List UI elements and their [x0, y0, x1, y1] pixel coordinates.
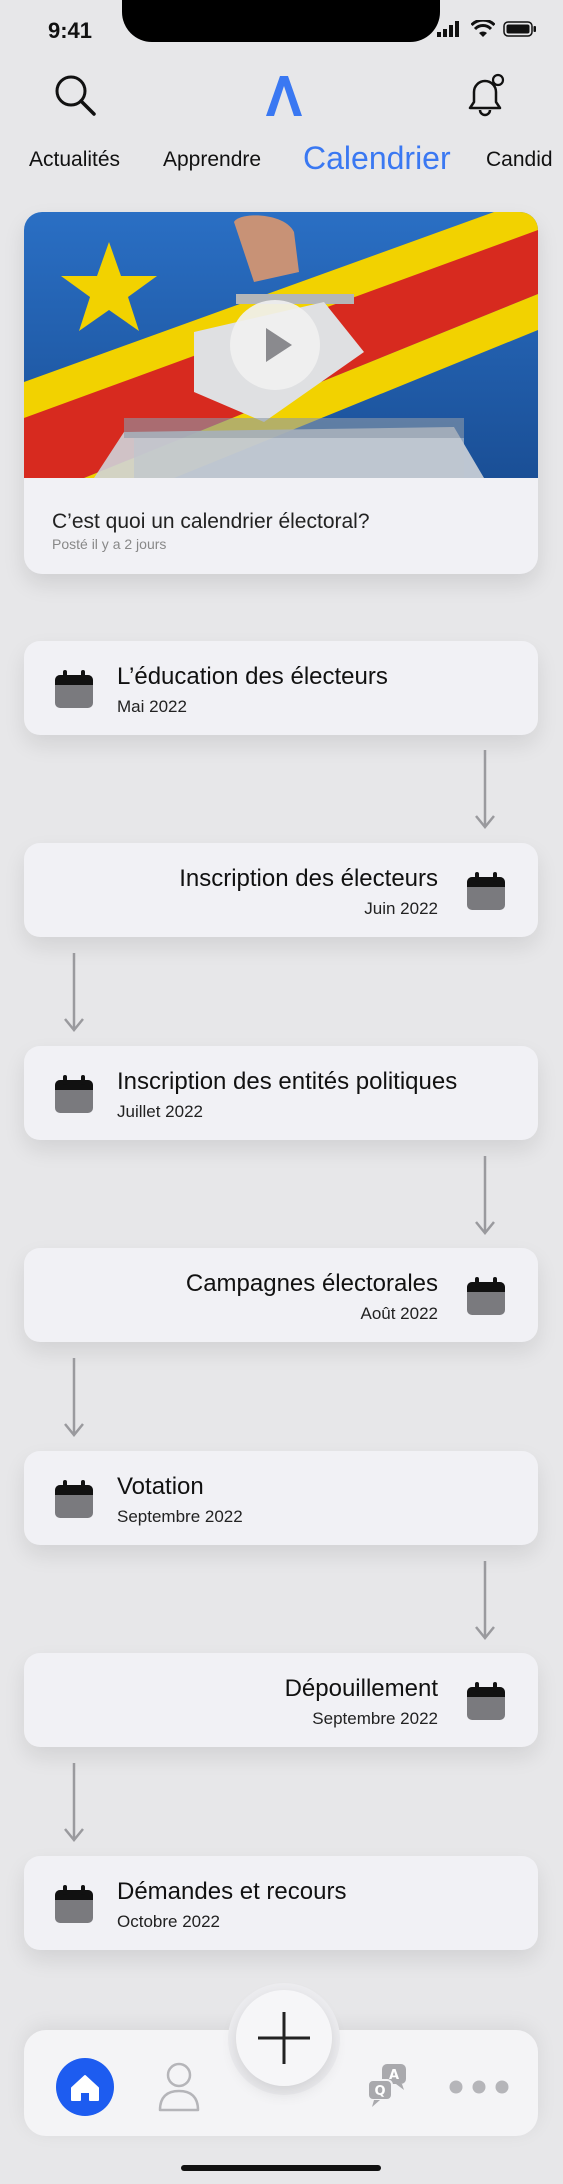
nav-more-button[interactable]	[446, 2074, 512, 2104]
video-title: C’est quoi un calendrier électoral?	[52, 510, 370, 533]
event-date: Septembre 2022	[312, 1709, 438, 1728]
notification-bell-icon[interactable]	[460, 70, 510, 120]
event-title: L’éducation des électeurs	[117, 663, 388, 690]
calendar-icon	[467, 1277, 505, 1315]
event-date: Septembre 2022	[117, 1507, 243, 1526]
play-icon	[266, 328, 292, 362]
arrow-down-icon	[475, 1561, 495, 1640]
event-date: Octobre 2022	[117, 1912, 221, 1931]
status-icons	[437, 20, 537, 38]
event-date: Juillet 2022	[117, 1102, 204, 1121]
arrow-down-icon	[475, 750, 495, 829]
nav-qa-button[interactable]: A Q	[364, 2062, 414, 2116]
event-date: Mai 2022	[117, 697, 187, 716]
tab-actualites[interactable]: Actualités	[29, 148, 120, 172]
tab-apprendre[interactable]: Apprendre	[163, 148, 261, 172]
timeline-card-votation[interactable]: Votation Septembre 2022	[24, 1451, 538, 1545]
more-icon	[449, 2080, 509, 2094]
calendar-icon	[467, 1682, 505, 1720]
home-indicator	[181, 2165, 381, 2171]
play-button[interactable]	[230, 300, 320, 390]
add-icon	[258, 2012, 310, 2064]
arrow-down-icon	[64, 953, 84, 1032]
status-time: 9:41	[48, 18, 93, 43]
arrow-down-icon	[64, 1763, 84, 1842]
event-title: Inscription des électeurs	[179, 865, 438, 892]
calendar-icon	[467, 872, 505, 910]
video-card[interactable]: C’est quoi un calendrier électoral? Post…	[24, 212, 538, 574]
event-title: Dépouillement	[284, 1675, 438, 1702]
calendar-icon	[55, 1075, 93, 1113]
calendar-icon	[55, 670, 93, 708]
calendar-icon	[55, 1480, 93, 1518]
timeline-card-campagnes[interactable]: Campagnes électorales Août 2022	[24, 1248, 538, 1342]
event-title: Démandes et recours	[117, 1878, 347, 1905]
home-icon	[71, 2075, 99, 2101]
timeline-card-demandes-recours[interactable]: Démandes et recours Octobre 2022	[24, 1856, 538, 1950]
profile-icon	[158, 2062, 200, 2112]
arrow-down-icon	[64, 1358, 84, 1437]
event-title: Inscription des entités politiques	[117, 1068, 458, 1095]
arrow-down-icon	[475, 1156, 495, 1235]
event-date: Août 2022	[360, 1304, 438, 1323]
top-tabs: Actualités Apprendre Calendrier Candid	[0, 140, 563, 190]
signal-icon	[437, 21, 459, 37]
calendar-icon	[55, 1885, 93, 1923]
timeline-card-entites-politiques[interactable]: Inscription des entités politiques Juill…	[24, 1046, 538, 1140]
video-posted-time: Posté il y a 2 jours	[52, 536, 167, 552]
nav-profile-button[interactable]	[154, 2060, 204, 2120]
event-date: Juin 2022	[364, 899, 438, 918]
timeline-card-inscription-electeurs[interactable]: Inscription des électeurs Juin 2022	[24, 843, 538, 937]
battery-icon	[503, 21, 536, 37]
qa-q-letter: Q	[374, 2084, 385, 2099]
search-icon[interactable]	[50, 70, 100, 120]
add-button[interactable]	[236, 1990, 332, 2086]
app-logo-icon	[258, 70, 308, 120]
nav-home-button[interactable]	[56, 2058, 114, 2116]
qa-icon: A Q	[367, 2064, 406, 2107]
device-notch	[122, 0, 440, 42]
timeline-card-education[interactable]: L’éducation des électeurs Mai 2022	[24, 641, 538, 735]
event-title: Votation	[117, 1473, 204, 1500]
tab-calendrier[interactable]: Calendrier	[303, 140, 451, 177]
event-title: Campagnes électorales	[185, 1270, 438, 1297]
timeline-card-depouillement[interactable]: Dépouillement Septembre 2022	[24, 1653, 538, 1747]
tab-candidats[interactable]: Candid	[486, 148, 553, 172]
wifi-icon	[471, 20, 495, 37]
